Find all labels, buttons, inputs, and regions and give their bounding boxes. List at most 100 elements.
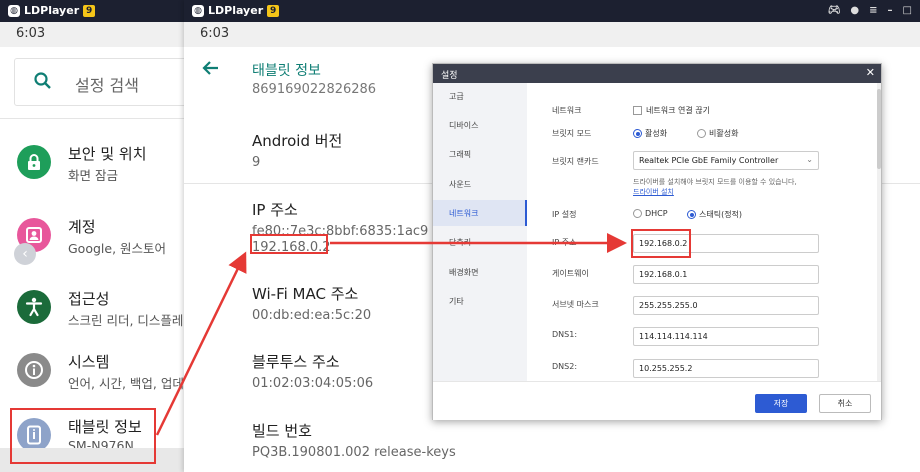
radio-label: 비활성화 <box>709 129 739 138</box>
info-icon <box>17 353 51 387</box>
item-subtitle: 화면 잠금 <box>68 168 118 183</box>
dns1-label: DNS1: <box>552 330 578 339</box>
ip-address-label: IP 주소 <box>552 238 577 247</box>
bridge-disable-radio[interactable]: 비활성화 <box>697 128 738 139</box>
accessibility-icon <box>17 290 51 324</box>
info-android-version[interactable]: Android 버전 9 <box>252 130 342 170</box>
subnet-mask-input[interactable]: 255.255.255.0 <box>633 296 819 315</box>
radio-selected-icon <box>633 129 642 138</box>
driver-note: 드라이버를 설치해야 브릿지 모드를 이용할 수 있습니다, <box>633 178 797 186</box>
item-subtitle: Google, 원스토어 <box>68 241 167 256</box>
nav-other[interactable]: 기타 <box>433 288 527 314</box>
item-subtitle: 언어, 시간, 백업, 업데 <box>68 376 184 391</box>
info-key: Wi-Fi MAC 주소 <box>252 285 359 303</box>
account-circle-icon[interactable]: ● <box>850 5 859 16</box>
info-bluetooth-address[interactable]: 블루투스 주소 01:02:03:04:05:06 <box>252 351 373 391</box>
checkbox-icon <box>633 106 642 115</box>
item-title: 접근성 <box>68 290 110 308</box>
dialog-title: 설정 <box>441 71 458 81</box>
highlight-dialog-ip <box>631 229 691 258</box>
radio-selected-icon <box>687 210 696 219</box>
minimize-icon[interactable]: – <box>888 5 893 16</box>
nav-sound[interactable]: 사운드 <box>433 171 527 197</box>
status-bar: 6:03 <box>0 22 190 47</box>
info-key: IP 주소 <box>252 201 298 219</box>
close-icon[interactable]: ✕ <box>866 66 875 79</box>
search-placeholder: 설정 검색 <box>75 76 139 95</box>
ip-dhcp-radio[interactable]: DHCP <box>633 209 668 218</box>
network-label: 네트워크 <box>552 106 582 115</box>
settings-item-security[interactable]: 보안 및 위치 화면 잠금 <box>0 135 190 195</box>
dialog-sidebar: 고급 디바이스 그래픽 사운드 네트워크 단축키 배경화면 기타 <box>433 83 527 381</box>
subnet-mask-label: 서브넷 마스크 <box>552 300 599 309</box>
ldplayer-logo-icon: ◍ <box>192 4 204 17</box>
dialog-footer: 저장 취소 <box>433 381 881 420</box>
back-arrow-icon[interactable] <box>202 58 220 82</box>
dns2-input[interactable]: 10.255.255.2 <box>633 359 819 378</box>
info-wifi-mac[interactable]: Wi-Fi MAC 주소 00:db:ed:ea:5c:20 <box>252 283 371 323</box>
info-value: 9 <box>252 155 261 170</box>
panel-scrollbar[interactable] <box>877 83 881 381</box>
highlight-tablet-info <box>10 408 156 464</box>
info-value: 00:db:ed:ea:5c:20 <box>252 308 372 323</box>
checkbox-label: 네트워크 연결 끊기 <box>646 106 710 115</box>
version-badge: 9 <box>83 4 96 17</box>
save-button[interactable]: 저장 <box>755 394 807 413</box>
radio-icon <box>633 209 642 218</box>
nav-shortcuts[interactable]: 단축키 <box>433 229 527 255</box>
page-title: 태블릿 정보 <box>252 63 321 79</box>
lock-icon <box>17 145 51 179</box>
settings-item-system[interactable]: 시스템 언어, 시간, 백업, 업데 <box>0 343 190 403</box>
title-bar: ◍ LDPlayer 9 <box>0 0 190 22</box>
settings-search-bar[interactable]: 설정 검색 <box>14 58 204 106</box>
nav-wallpaper[interactable]: 배경화면 <box>433 259 527 285</box>
gateway-label: 게이트웨이 <box>552 269 589 278</box>
bridge-card-select[interactable]: Realtek PCIe GbE Family Controller ⌄ <box>633 151 819 170</box>
bridge-mode-label: 브릿지 모드 <box>552 129 592 138</box>
info-value: PQ3B.190801.002 release-keys <box>252 445 456 460</box>
bridge-card-label: 브릿지 랜카드 <box>552 157 599 166</box>
scroll-left-button[interactable]: ‹ <box>14 243 36 265</box>
maximize-icon[interactable]: □ <box>903 5 912 16</box>
dns1-input[interactable]: 114.114.114.114 <box>633 327 819 346</box>
status-time: 6:03 <box>16 26 46 41</box>
gateway-input[interactable]: 192.168.0.1 <box>633 265 819 284</box>
item-title: 보안 및 위치 <box>68 145 147 163</box>
driver-install-link[interactable]: 드라이버 설치 <box>633 187 674 197</box>
settings-item-accessibility[interactable]: 접근성 스크린 리더, 디스플레 <box>0 280 190 340</box>
search-icon <box>33 71 53 95</box>
info-build-number[interactable]: 빌드 번호 PQ3B.190801.002 release-keys <box>252 420 456 460</box>
network-settings-panel: 네트워크 네트워크 연결 끊기 브릿지 모드 활성화 비활성화 브릿지 랜카드 … <box>527 83 881 381</box>
radio-icon <box>697 129 706 138</box>
ip-static-radio[interactable]: 스태틱(정적) <box>687 209 742 220</box>
app-name: LDPlayer <box>24 4 80 17</box>
cancel-button[interactable]: 취소 <box>819 394 871 413</box>
info-value: 01:02:03:04:05:06 <box>252 376 374 391</box>
radio-label: 스태틱(정적) <box>699 210 743 219</box>
ldplayer-logo-icon: ◍ <box>8 4 20 17</box>
gamepad-icon[interactable]: 🎮︎ <box>828 5 841 16</box>
status-bar: 6:03 <box>184 22 920 47</box>
item-title: 계정 <box>68 218 96 236</box>
item-subtitle: 스크린 리더, 디스플레 <box>68 313 184 328</box>
title-bar: ◍ LDPlayer 9 🎮︎ ● ≡ – □ <box>184 0 920 22</box>
clipped-value: 869169022826286 <box>252 82 377 97</box>
item-title: 시스템 <box>68 353 110 371</box>
divider <box>0 118 190 119</box>
nav-advanced[interactable]: 고급 <box>433 83 527 109</box>
radio-label: 활성화 <box>645 129 668 138</box>
bridge-enable-radio[interactable]: 활성화 <box>633 128 667 139</box>
dialog-header: 설정 ✕ <box>433 64 881 83</box>
select-value: Realtek PCIe GbE Family Controller <box>639 156 779 165</box>
nav-graphics[interactable]: 그래픽 <box>433 141 527 167</box>
info-key: Android 버전 <box>252 132 343 150</box>
ip-setting-label: IP 설정 <box>552 210 577 219</box>
version-badge: 9 <box>267 4 280 17</box>
nav-device[interactable]: 디바이스 <box>433 112 527 138</box>
info-key: 블루투스 주소 <box>252 353 340 371</box>
menu-icon[interactable]: ≡ <box>869 5 877 16</box>
nav-network[interactable]: 네트워크 <box>433 200 527 226</box>
highlight-ip-address <box>250 234 328 254</box>
disconnect-network-checkbox[interactable]: 네트워크 연결 끊기 <box>633 105 710 116</box>
radio-label: DHCP <box>645 209 668 218</box>
